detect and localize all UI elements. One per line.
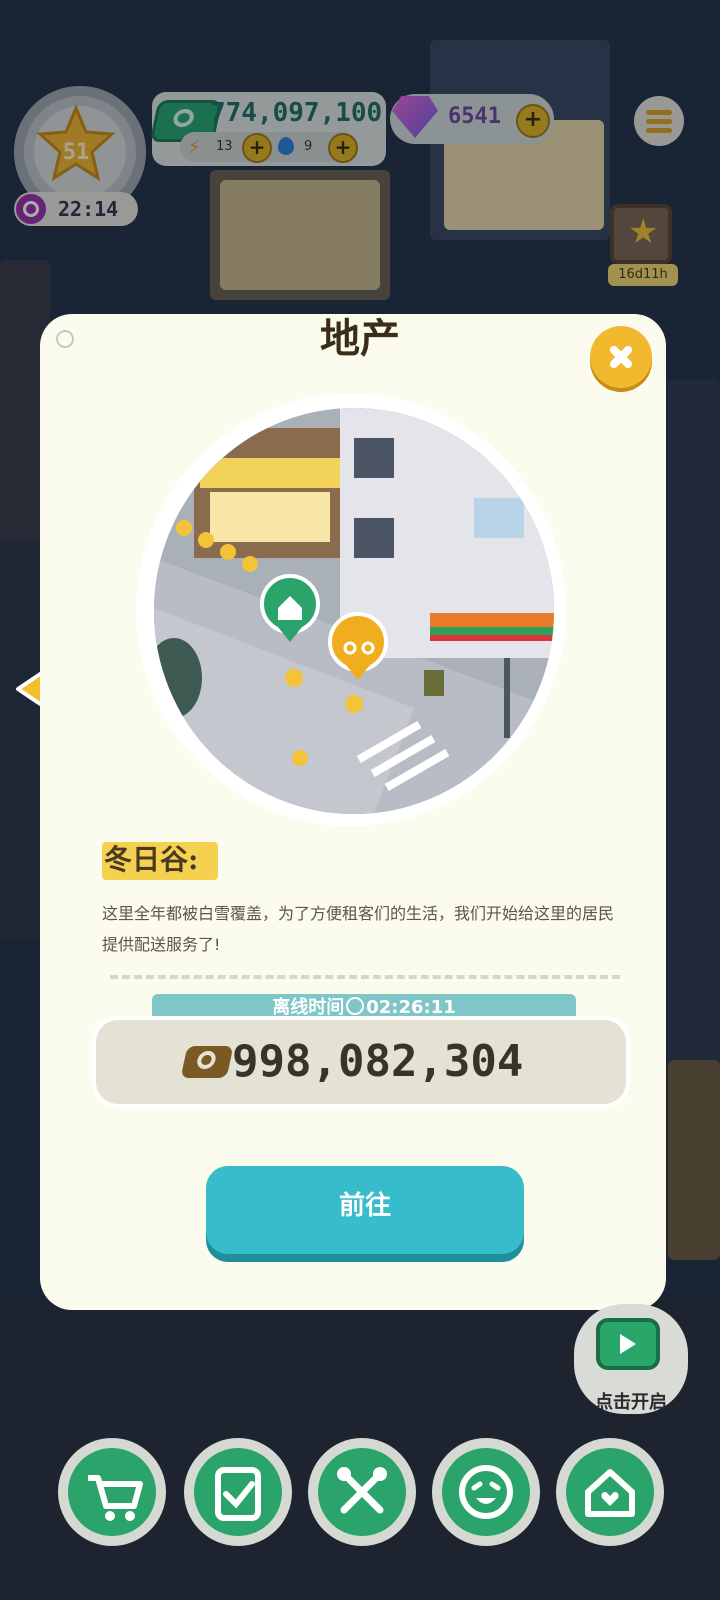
tasks-button[interactable] [184,1438,292,1546]
clock-icon [346,997,365,1015]
place-name: 冬日谷: [104,843,199,876]
place-description: 这里全年都被白雪覆盖，为了方便租客们的生活，我们开始给这里的居民提供配送服务了! [102,904,615,954]
emotes-button[interactable] [432,1438,540,1546]
reward-amount: 998,082,304 [232,1036,524,1087]
offline-label: 离线时间 [272,997,345,1018]
go-button[interactable]: 前往 [206,1166,524,1254]
winter-valley-scene [154,408,554,814]
cash-icon [180,1046,234,1078]
offline-time: 02:26:11 [366,997,456,1018]
offline-time-bar: 离线时间 02:26:11 [152,994,576,1022]
close-button[interactable] [590,326,652,388]
tools-icon [337,1467,387,1514]
tv-play-icon [596,1318,660,1370]
house-heart-icon [585,1469,635,1517]
tv-label: 点击开启 [595,1392,667,1413]
clipboard-check-icon [215,1467,261,1521]
cart-icon [88,1475,143,1521]
dashed-divider [110,975,620,979]
home-decor-button[interactable] [556,1438,664,1546]
shop-cart-button[interactable] [58,1438,166,1546]
laugh-face-icon [459,1465,513,1519]
build-tools-button[interactable] [308,1438,416,1546]
